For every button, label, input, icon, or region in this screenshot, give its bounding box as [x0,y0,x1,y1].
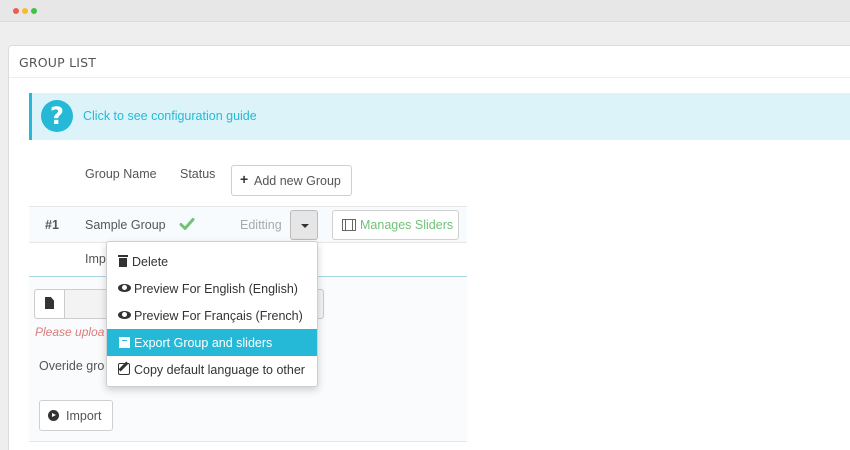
column-header-group-name: Group Name [85,167,157,181]
question-circle-icon: ? [41,100,73,132]
export-icon [119,337,130,348]
eye-icon [118,284,131,292]
import-row-label: Imp [85,252,106,266]
table-row: #1 Sample Group Editting Manages Sliders [29,206,467,243]
column-header-status: Status [180,167,216,181]
menu-item-preview-french[interactable]: Preview For Français (French) [107,302,317,329]
add-new-group-label: Add new Group [254,174,341,188]
actions-dropdown-menu: Delete Preview For English (English) Pre… [106,241,318,387]
file-icon-button[interactable] [35,290,65,318]
manage-sliders-label: Manages Sliders [360,218,454,232]
menu-item-label: Preview For Français (French) [134,309,303,323]
menu-item-label: Export Group and sliders [134,336,273,350]
maximize-window-dot[interactable] [31,8,37,14]
eye-icon [118,311,131,319]
menu-item-export-group[interactable]: Export Group and sliders [107,329,317,356]
plus-icon: + [240,171,249,187]
file-icon [45,297,54,309]
menu-item-label: Delete [132,255,169,269]
menu-item-copy-language[interactable]: Copy default language to other [107,356,317,383]
import-button-label: Import [66,409,102,423]
panel-heading: GROUP LIST [9,46,850,78]
window-titlebar [0,0,850,22]
add-new-group-button[interactable]: + Add new Group [231,165,352,196]
minimize-window-dot[interactable] [22,8,28,14]
configuration-guide-link[interactable]: Click to see configuration guide [83,109,257,123]
import-button[interactable]: Import [39,400,113,431]
group-id: #1 [45,218,59,232]
manage-sliders-button[interactable]: Manages Sliders [332,210,459,240]
trash-icon [118,255,128,267]
actions-dropdown-toggle[interactable] [290,210,318,240]
menu-item-delete[interactable]: Delete [107,248,317,275]
menu-item-label: Copy default language to other [134,363,305,377]
group-name: Sample Group [85,218,166,232]
caret-down-icon [301,224,309,228]
circle-arrow-right-icon [48,410,59,421]
edit-icon [118,363,130,375]
override-group-label: Overide gro [39,359,105,373]
upload-hint-text: Please uploa [35,325,105,339]
configuration-guide-alert: ? Click to see configuration guide [29,93,850,140]
check-icon[interactable] [179,216,195,232]
menu-item-label: Preview For English (English) [134,282,298,296]
film-icon [342,219,356,231]
close-window-dot[interactable] [13,8,19,14]
panel-title: GROUP LIST [19,55,97,70]
edit-action-label[interactable]: Editting [240,218,282,232]
menu-item-preview-english[interactable]: Preview For English (English) [107,275,317,302]
